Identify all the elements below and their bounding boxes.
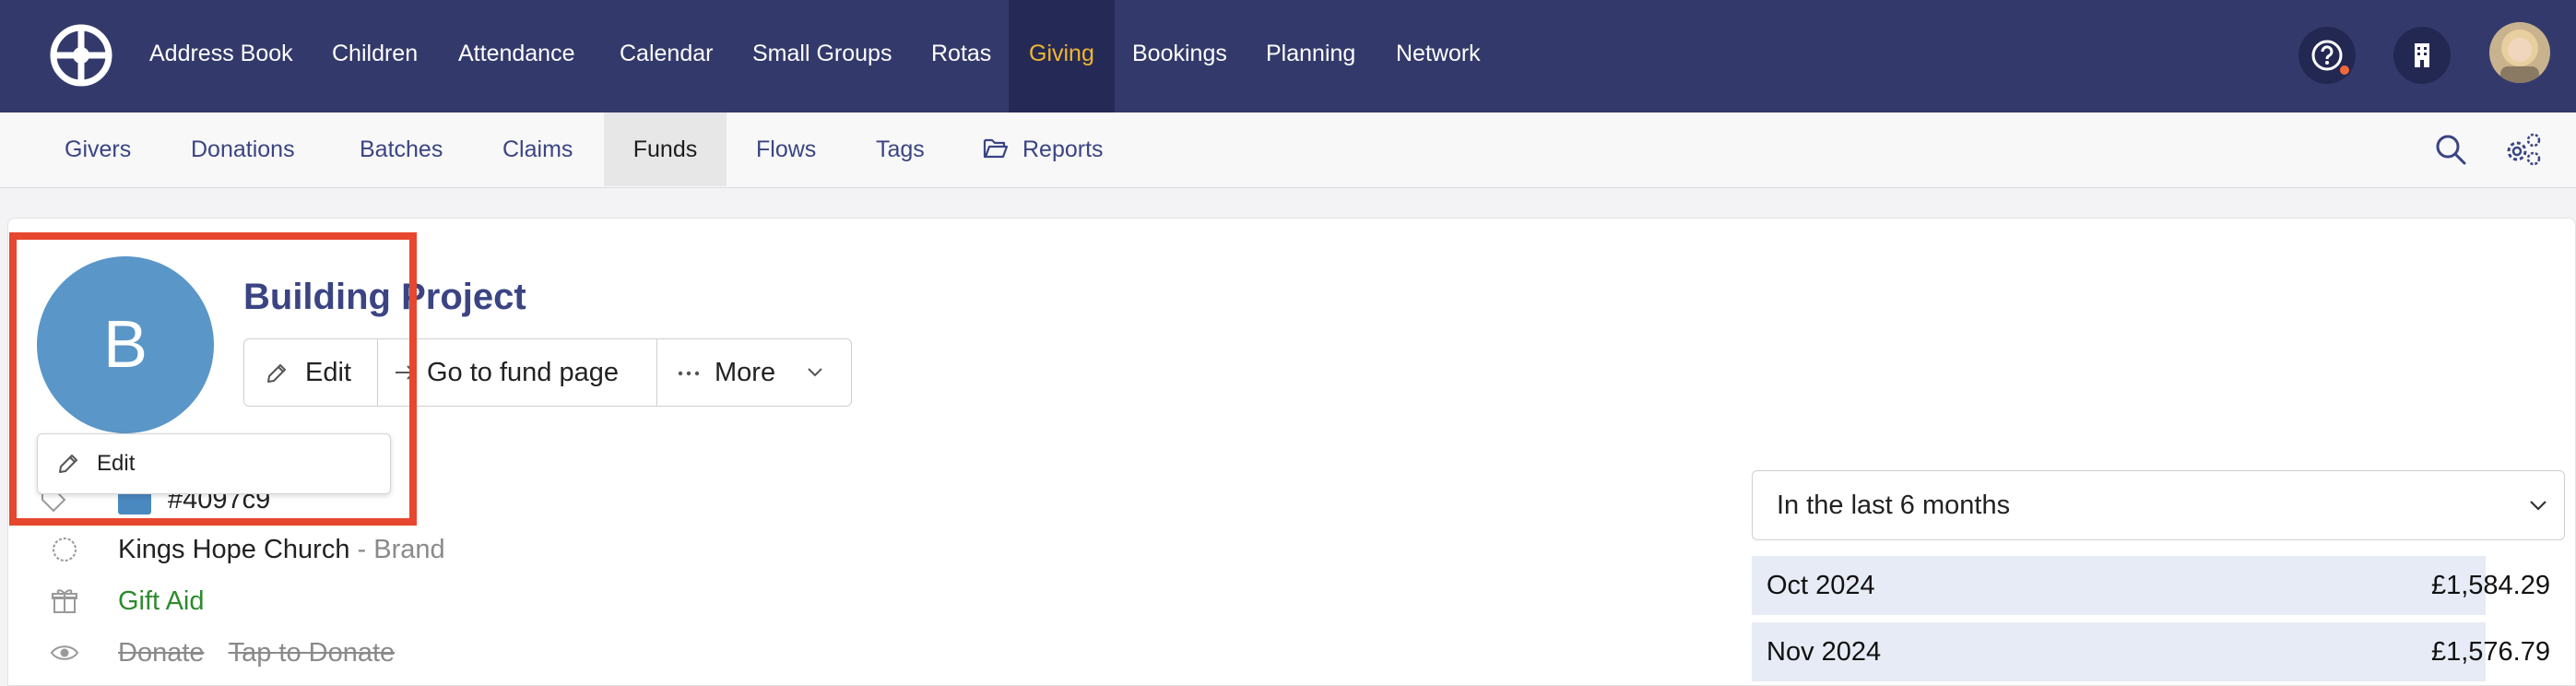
subnav-claims[interactable]: Claims xyxy=(502,112,573,186)
stat-amount: £1,584.29 xyxy=(2430,571,2550,600)
stat-amount: £1,576.79 xyxy=(2430,637,2550,667)
nav-calendar[interactable]: Calendar xyxy=(620,0,713,112)
gift-icon xyxy=(52,589,77,613)
organisation-button[interactable] xyxy=(2393,27,2451,84)
more-button-label: More xyxy=(715,358,776,387)
nav-planning[interactable]: Planning xyxy=(1266,0,1355,112)
gift-aid-label: Gift Aid xyxy=(118,586,205,616)
eye-icon xyxy=(50,645,79,660)
nav-network[interactable]: Network xyxy=(1396,0,1481,112)
highlight-annotation xyxy=(9,232,417,526)
nav-bookings[interactable]: Bookings xyxy=(1132,0,1227,112)
more-dropdown-button[interactable]: More xyxy=(678,339,840,406)
chevron-down-icon xyxy=(2530,501,2546,511)
app-logo-icon[interactable] xyxy=(50,24,112,87)
nav-attendance[interactable]: Attendance xyxy=(458,0,575,112)
notification-dot xyxy=(2338,64,2351,77)
subnav-flows[interactable]: Flows xyxy=(756,112,816,186)
building-icon xyxy=(2415,43,2429,67)
subnav-funds[interactable]: Funds xyxy=(604,112,727,186)
folder-open-icon xyxy=(983,138,1009,159)
ellipsis-icon xyxy=(678,371,700,376)
nav-rotas[interactable]: Rotas xyxy=(931,0,991,112)
help-button[interactable] xyxy=(2298,27,2356,84)
organisation-suffix: - Brand xyxy=(349,535,445,564)
organisation-name: Kings Hope Church xyxy=(118,535,350,564)
nav-small-groups[interactable]: Small Groups xyxy=(752,0,892,112)
nav-children[interactable]: Children xyxy=(332,0,418,112)
organisation-icon xyxy=(53,538,77,562)
top-navigation: Address Book Children Attendance Calenda… xyxy=(0,0,2576,112)
giving-subnav: Givers Donations Batches Claims Funds Fl… xyxy=(0,112,2576,188)
user-avatar[interactable] xyxy=(2489,22,2550,83)
go-to-fund-page-button[interactable]: Go to fund page xyxy=(394,339,641,406)
subnav-givers[interactable]: Givers xyxy=(65,112,131,186)
stat-row: Oct 2024 £1,584.29 xyxy=(1752,556,2550,615)
subnav-tags[interactable]: Tags xyxy=(876,112,925,186)
settings-gears-icon[interactable] xyxy=(2504,131,2543,168)
stat-month: Oct 2024 xyxy=(1767,571,1875,600)
stat-row: Nov 2024 £1,576.79 xyxy=(1752,622,2550,681)
nav-address-book[interactable]: Address Book xyxy=(149,0,293,112)
go-to-fund-page-label: Go to fund page xyxy=(427,358,619,387)
subnav-batches[interactable]: Batches xyxy=(360,112,443,186)
nav-giving[interactable]: Giving xyxy=(1009,0,1115,112)
search-icon[interactable] xyxy=(2434,133,2467,166)
chevron-down-icon xyxy=(808,368,822,377)
subnav-donations[interactable]: Donations xyxy=(191,112,295,186)
stat-month: Nov 2024 xyxy=(1767,637,1882,667)
period-select-value: In the last 6 months xyxy=(1777,491,2011,520)
subnav-reports[interactable]: Reports xyxy=(1022,112,1104,186)
visibility-donate: Donate xyxy=(118,638,205,668)
visibility-tap-to-donate: Tap to Donate xyxy=(228,638,396,668)
period-select[interactable]: In the last 6 months xyxy=(1752,470,2565,540)
